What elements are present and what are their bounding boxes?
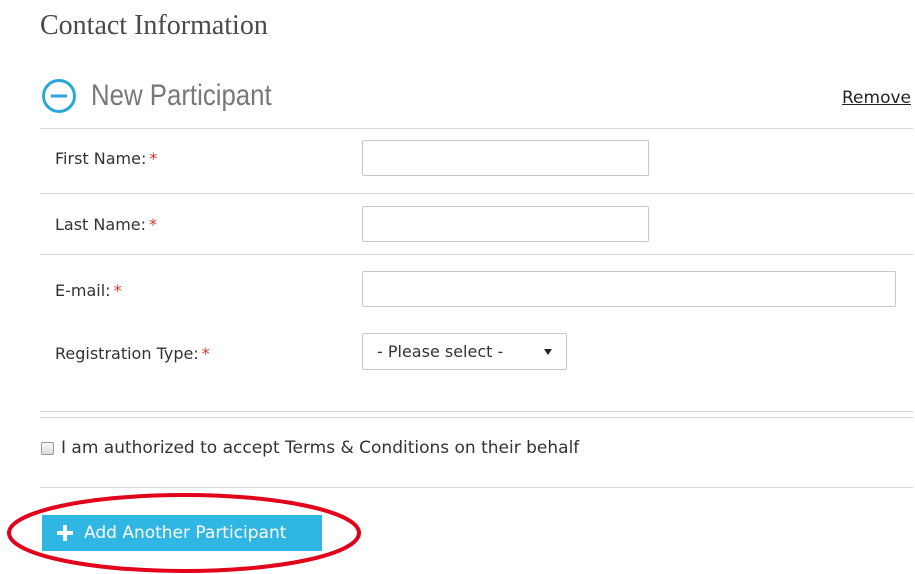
chevron-down-icon bbox=[544, 349, 552, 355]
plus-icon bbox=[57, 525, 73, 541]
first-name-input[interactable] bbox=[362, 140, 649, 176]
last-name-label-text: Last Name: bbox=[55, 215, 147, 234]
add-another-participant-label: Add Another Participant bbox=[84, 523, 287, 543]
minus-circle-icon[interactable] bbox=[41, 78, 77, 114]
add-another-participant-button[interactable]: Add Another Participant bbox=[42, 515, 322, 551]
required-marker: * bbox=[113, 281, 122, 300]
divider bbox=[40, 417, 913, 418]
participant-title: New Participant bbox=[91, 79, 272, 112]
terms-label[interactable]: I am authorized to accept Terms & Condit… bbox=[61, 438, 579, 458]
last-name-input[interactable] bbox=[362, 206, 649, 242]
first-name-row: First Name: * bbox=[40, 129, 913, 193]
first-name-label-text: First Name: bbox=[55, 149, 147, 168]
participant-header: New Participant bbox=[41, 78, 301, 114]
required-marker: * bbox=[201, 344, 210, 363]
registration-type-label-text: Registration Type: bbox=[55, 344, 199, 363]
section-title: Contact Information bbox=[40, 10, 268, 41]
registration-type-row: Registration Type: * - Please select - bbox=[40, 325, 913, 385]
last-name-row: Last Name: * bbox=[40, 194, 913, 254]
divider bbox=[40, 411, 913, 412]
terms-row: I am authorized to accept Terms & Condit… bbox=[41, 438, 579, 458]
remove-link[interactable]: Remove bbox=[842, 88, 911, 108]
terms-checkbox[interactable] bbox=[41, 441, 54, 455]
divider bbox=[40, 487, 913, 488]
first-name-label: First Name: * bbox=[55, 149, 157, 168]
required-marker: * bbox=[149, 149, 158, 168]
registration-type-label: Registration Type: * bbox=[55, 344, 210, 363]
email-label: E-mail: * bbox=[55, 281, 122, 300]
registration-type-selected: - Please select - bbox=[377, 342, 504, 361]
registration-type-select[interactable]: - Please select - bbox=[362, 333, 567, 370]
email-label-text: E-mail: bbox=[55, 281, 111, 300]
required-marker: * bbox=[149, 215, 158, 234]
email-row: E-mail: * bbox=[40, 255, 913, 325]
email-input[interactable] bbox=[362, 271, 896, 307]
last-name-label: Last Name: * bbox=[55, 215, 157, 234]
